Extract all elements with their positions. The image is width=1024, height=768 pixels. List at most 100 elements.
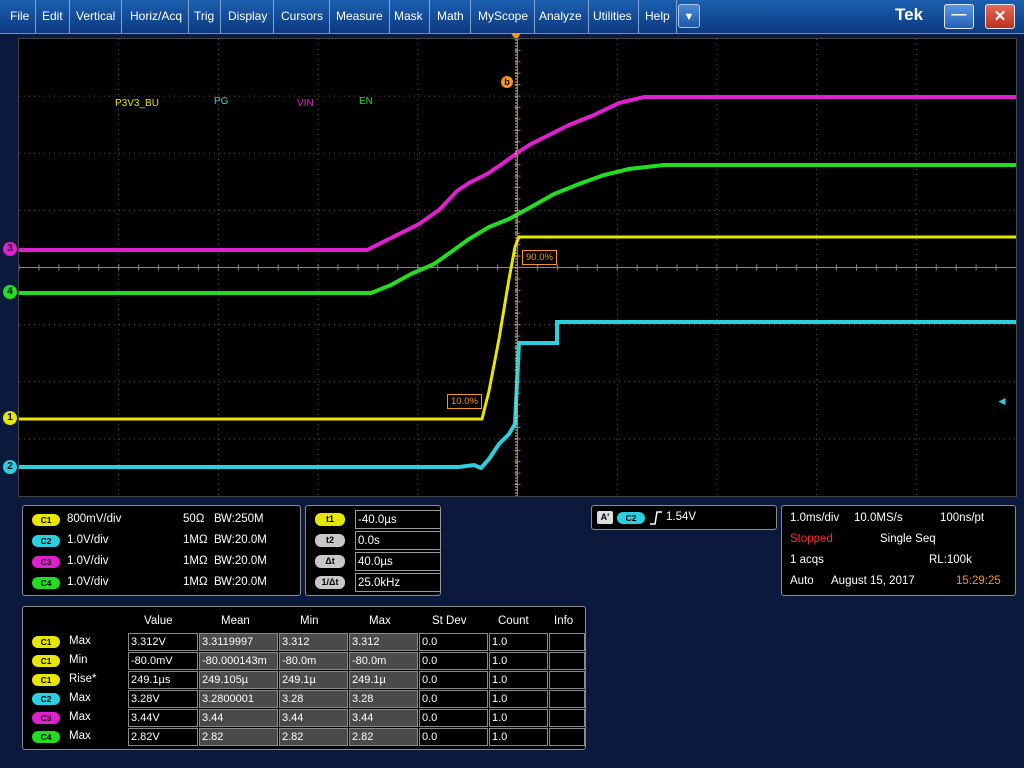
header-count: Count bbox=[498, 615, 529, 627]
cursor-b-marker[interactable]: b bbox=[501, 76, 513, 88]
menu-dropdown-button[interactable]: ▼ bbox=[678, 4, 700, 28]
menu-measure[interactable]: Measure bbox=[330, 0, 390, 33]
measurement-min: 2.82 bbox=[279, 728, 348, 746]
measurement-value: 3.44V bbox=[128, 709, 198, 727]
measurement-value: -80.0mV bbox=[128, 652, 198, 670]
measurement-info bbox=[549, 633, 585, 651]
menu-utilities[interactable]: Utilities bbox=[587, 0, 639, 33]
label-pg: PG bbox=[214, 96, 229, 107]
measurement-count: 1.0 bbox=[489, 709, 548, 727]
cursor-inv-delta-value: 25.0kHz bbox=[355, 573, 441, 592]
menu-math[interactable]: Math bbox=[431, 0, 471, 33]
label-p3v3-bu: P3V3_BU bbox=[115, 98, 159, 109]
resolution: 100ns/pt bbox=[940, 512, 985, 524]
measurement-value: 3.28V bbox=[128, 690, 198, 708]
channel-bandwidth: W:20.0M bbox=[221, 534, 267, 546]
cursor-label-90: 90.0% bbox=[522, 250, 557, 265]
channel-bandwidth: W:20.0M bbox=[221, 555, 267, 567]
chip-c4: C4 bbox=[32, 731, 60, 743]
menu-horiz-acq[interactable]: Horiz/Acq bbox=[124, 0, 190, 33]
close-button[interactable]: ✕ bbox=[985, 4, 1015, 29]
channel-1-indicator[interactable]: 1 bbox=[3, 411, 17, 425]
measurement-row[interactable]: C1 Rise* 249.1µs 249.105µ 249.1µ 249.1µ 0.0 1.0 bbox=[23, 671, 585, 689]
measurement-value: 3.312V bbox=[128, 633, 198, 651]
acquisition-time: 15:29:25 bbox=[956, 575, 1001, 587]
grid bbox=[19, 39, 1016, 496]
channel-bandwidth: W:250M bbox=[221, 513, 264, 525]
menu-myscope[interactable]: MyScope bbox=[472, 0, 536, 33]
menu-file[interactable]: File bbox=[4, 0, 37, 33]
channel-scale: 1.0V/div bbox=[67, 534, 109, 546]
measurement-stdev: 0.0 bbox=[419, 671, 488, 689]
measurement-min: -80.0m bbox=[279, 652, 348, 670]
measurement-max: 249.1µ bbox=[349, 671, 418, 689]
channel-2-indicator[interactable]: 2 bbox=[3, 460, 17, 474]
measurement-type: Rise* bbox=[69, 673, 97, 685]
measurement-row[interactable]: C2 Max 3.28V 3.2800001 3.28 3.28 0.0 1.0 bbox=[23, 690, 585, 708]
channel-row[interactable]: C3 1.0V/div 1MΩ B W:20.0M bbox=[23, 552, 300, 572]
channel-scale: 800mV/div bbox=[67, 513, 122, 525]
measurement-mean: 3.3119997 bbox=[199, 633, 278, 651]
measurement-max: 3.44 bbox=[349, 709, 418, 727]
acquisition-date: August 15, 2017 bbox=[831, 575, 915, 587]
measurement-type: Min bbox=[69, 654, 88, 666]
channel-scale: 1.0V/div bbox=[67, 555, 109, 567]
channel-row[interactable]: C1 800mV/div 50Ω B W:250M bbox=[23, 510, 300, 530]
menu-cursors[interactable]: Cursors bbox=[275, 0, 331, 33]
menu-mask[interactable]: Mask bbox=[388, 0, 430, 33]
menu-vertical[interactable]: Vertical bbox=[70, 0, 123, 33]
header-info: Info bbox=[554, 615, 574, 627]
measurement-type: Max bbox=[69, 692, 91, 704]
channel-row[interactable]: C2 1.0V/div 1MΩ B W:20.0M bbox=[23, 531, 300, 551]
cursor-delta-value: 40.0µs bbox=[355, 552, 441, 571]
header-max: Max bbox=[369, 615, 391, 627]
menu-edit[interactable]: Edit bbox=[36, 0, 70, 33]
measurement-table: Value Mean Min Max St Dev Count Info C1 M… bbox=[22, 606, 586, 750]
channel-4-indicator[interactable]: 4 bbox=[3, 285, 17, 299]
chip-c3: C3 bbox=[32, 712, 60, 724]
measurement-row[interactable]: C1 Max 3.312V 3.3119997 3.312 3.312 0.0 1.0 bbox=[23, 633, 585, 651]
measurement-max: 3.312 bbox=[349, 633, 418, 651]
channel-bandwidth: W:20.0M bbox=[221, 576, 267, 588]
measurement-info bbox=[549, 709, 585, 727]
acquisition-seq-mode: Single Seq bbox=[880, 533, 936, 545]
cursor-t2-chip[interactable]: t2 bbox=[315, 534, 345, 547]
measurement-stdev: 0.0 bbox=[419, 728, 488, 746]
menu-display[interactable]: Display bbox=[222, 0, 275, 33]
measurement-info bbox=[549, 671, 585, 689]
measurement-stdev: 0.0 bbox=[419, 709, 488, 727]
measurement-min: 3.44 bbox=[279, 709, 348, 727]
tek-logo: Tek bbox=[895, 5, 924, 24]
measurement-type: Max bbox=[69, 711, 91, 723]
trigger-source-chip: C2 bbox=[617, 512, 645, 524]
measurement-row[interactable]: C1 Min -80.0mV -80.000143m -80.0m -80.0m 0.0 1.… bbox=[23, 652, 585, 670]
trigger-mode-badge: A' bbox=[597, 511, 613, 524]
channel-row[interactable]: C4 1.0V/div 1MΩ B W:20.0M bbox=[23, 573, 300, 593]
rising-edge-icon bbox=[650, 511, 662, 525]
cursor-inv-delta-chip[interactable]: 1/Δt bbox=[315, 576, 345, 589]
measurement-row[interactable]: C4 Max 2.82V 2.82 2.82 2.82 0.0 1.0 bbox=[23, 728, 585, 746]
measurement-mean: 2.82 bbox=[199, 728, 278, 746]
menu-trig[interactable]: Trig bbox=[188, 0, 222, 33]
channel-settings-panel: C1 800mV/div 50Ω B W:250M C2 1.0V/div 1M… bbox=[22, 505, 301, 596]
menu-analyze[interactable]: Analyze bbox=[533, 0, 589, 33]
trigger-panel[interactable]: A' C2 1.54V bbox=[591, 505, 777, 530]
measurement-count: 1.0 bbox=[489, 633, 548, 651]
acquisition-panel[interactable]: 1.0ms/div 10.0MS/s 100ns/pt Stopped Sing… bbox=[781, 505, 1016, 596]
channel-3-indicator[interactable]: 3 bbox=[3, 242, 17, 256]
minimize-button[interactable]: — bbox=[944, 4, 974, 29]
waveform-display[interactable]: P3V3_BU PG VIN EN b 90.0% 10.0% ◄ bbox=[18, 38, 1017, 497]
time-per-div: 1.0ms/div bbox=[790, 512, 840, 524]
header-value: Value bbox=[144, 615, 173, 627]
cursor-delta-chip[interactable]: Δt bbox=[315, 555, 345, 568]
measurement-row[interactable]: C3 Max 3.44V 3.44 3.44 3.44 0.0 1.0 bbox=[23, 709, 585, 727]
channel-impedance: 1MΩ bbox=[183, 576, 208, 588]
cursor-t1-chip[interactable]: t1 bbox=[315, 513, 345, 526]
cursor-t2-value: 0.0s bbox=[355, 531, 441, 550]
measurement-min: 249.1µ bbox=[279, 671, 348, 689]
trigger-level-arrow-icon[interactable]: ◄ bbox=[996, 394, 1008, 408]
measurement-type: Max bbox=[69, 635, 91, 647]
chip-c1: C1 bbox=[32, 514, 60, 526]
channel-impedance: 50Ω bbox=[183, 513, 205, 525]
menu-help[interactable]: Help bbox=[639, 0, 677, 33]
